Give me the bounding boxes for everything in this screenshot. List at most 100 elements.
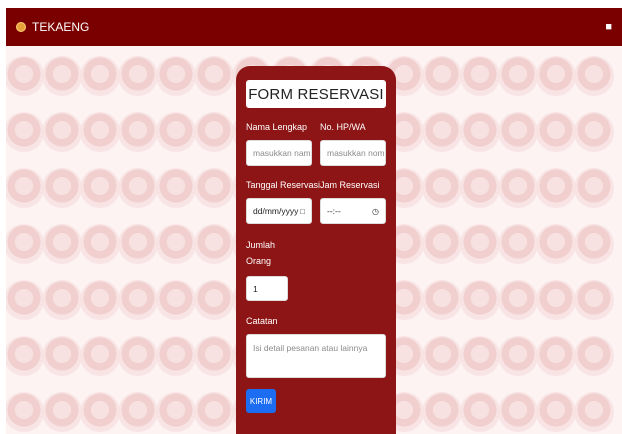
emblem-icon	[156, 56, 196, 96]
emblem-icon	[118, 336, 158, 376]
notes-label: Catatan	[246, 316, 278, 326]
emblem-icon	[42, 392, 82, 432]
emblem-icon	[536, 336, 576, 376]
emblem-icon	[118, 56, 158, 96]
emblem-icon	[156, 392, 196, 432]
emblem-icon	[460, 112, 500, 152]
emblem-icon	[422, 56, 462, 96]
emblem-icon	[80, 392, 120, 432]
emblem-icon	[422, 336, 462, 376]
emblem-icon	[422, 224, 462, 264]
emblem-icon	[118, 168, 158, 208]
emblem-icon	[574, 112, 614, 152]
emblem-icon	[574, 280, 614, 320]
emblem-icon	[194, 224, 234, 264]
calendar-icon[interactable]: □	[300, 207, 305, 216]
emblem-icon	[498, 280, 538, 320]
emblem-icon	[118, 112, 158, 152]
emblem-icon	[156, 224, 196, 264]
date-label: Tanggal Reservasi	[246, 180, 321, 190]
emblem-icon	[460, 392, 500, 432]
emblem-icon	[498, 224, 538, 264]
emblem-icon	[574, 392, 614, 432]
emblem-icon	[194, 336, 234, 376]
emblem-icon	[194, 168, 234, 208]
form-title: FORM RESERVASI	[246, 80, 386, 108]
emblem-icon	[422, 280, 462, 320]
phone-input[interactable]: masukkan nomor	[320, 140, 386, 166]
emblem-icon	[194, 280, 234, 320]
name-input[interactable]: masukkan nama	[246, 140, 312, 166]
time-input[interactable]: --:-- ◷	[320, 198, 386, 224]
emblem-icon	[80, 112, 120, 152]
top-navbar: TEKAENG ■	[6, 8, 622, 46]
emblem-icon	[6, 224, 44, 264]
user-icon[interactable]: ■	[605, 21, 612, 33]
emblem-icon	[498, 168, 538, 208]
emblem-icon	[498, 112, 538, 152]
people-label-1: Jumlah	[246, 240, 276, 250]
emblem-icon	[498, 56, 538, 96]
people-label-2: Orang	[246, 256, 272, 266]
date-input[interactable]: dd/mm/yyyy □	[246, 198, 312, 224]
emblem-icon	[422, 112, 462, 152]
emblem-icon	[460, 168, 500, 208]
brand[interactable]: TEKAENG	[16, 20, 89, 34]
emblem-icon	[536, 280, 576, 320]
emblem-icon	[6, 168, 44, 208]
emblem-icon	[536, 224, 576, 264]
emblem-icon	[536, 392, 576, 432]
emblem-icon	[42, 112, 82, 152]
emblem-icon	[80, 168, 120, 208]
emblem-icon	[156, 280, 196, 320]
people-input[interactable]: 1	[246, 276, 288, 301]
time-label: Jam Reservasi	[320, 180, 380, 190]
emblem-icon	[194, 392, 234, 432]
emblem-icon	[42, 336, 82, 376]
phone-label: No. HP/WA	[320, 122, 366, 132]
emblem-icon	[156, 168, 196, 208]
submit-button[interactable]: KIRIM	[246, 389, 276, 413]
emblem-icon	[460, 280, 500, 320]
emblem-icon	[80, 56, 120, 96]
emblem-icon	[574, 168, 614, 208]
emblem-icon	[574, 336, 614, 376]
emblem-icon	[574, 224, 614, 264]
emblem-icon	[42, 56, 82, 96]
emblem-icon	[6, 280, 44, 320]
emblem-icon	[460, 56, 500, 96]
emblem-icon	[536, 168, 576, 208]
emblem-icon	[80, 280, 120, 320]
emblem-icon	[6, 112, 44, 152]
emblem-icon	[156, 112, 196, 152]
emblem-icon	[460, 336, 500, 376]
emblem-icon	[460, 224, 500, 264]
emblem-icon	[422, 168, 462, 208]
emblem-icon	[498, 392, 538, 432]
emblem-icon	[574, 56, 614, 96]
emblem-icon	[6, 56, 44, 96]
emblem-icon	[194, 112, 234, 152]
brand-name: TEKAENG	[32, 20, 90, 34]
emblem-icon	[6, 392, 44, 432]
emblem-icon	[422, 392, 462, 432]
clock-icon[interactable]: ◷	[372, 207, 379, 216]
emblem-icon	[42, 280, 82, 320]
emblem-icon	[80, 224, 120, 264]
emblem-icon	[118, 392, 158, 432]
emblem-icon	[194, 56, 234, 96]
emblem-icon	[536, 56, 576, 96]
emblem-icon	[498, 336, 538, 376]
logo-icon	[16, 22, 26, 32]
emblem-icon	[156, 336, 196, 376]
emblem-icon	[42, 224, 82, 264]
emblem-icon	[536, 112, 576, 152]
emblem-icon	[118, 224, 158, 264]
name-label: Nama Lengkap	[246, 122, 308, 132]
emblem-icon	[80, 336, 120, 376]
emblem-icon	[42, 168, 82, 208]
reservation-form: FORM RESERVASI Nama Lengkap No. HP/WA ma…	[236, 66, 396, 434]
emblem-icon	[118, 280, 158, 320]
notes-textarea[interactable]: Isi detail pesanan atau lainnya	[246, 334, 386, 378]
emblem-icon	[6, 336, 44, 376]
